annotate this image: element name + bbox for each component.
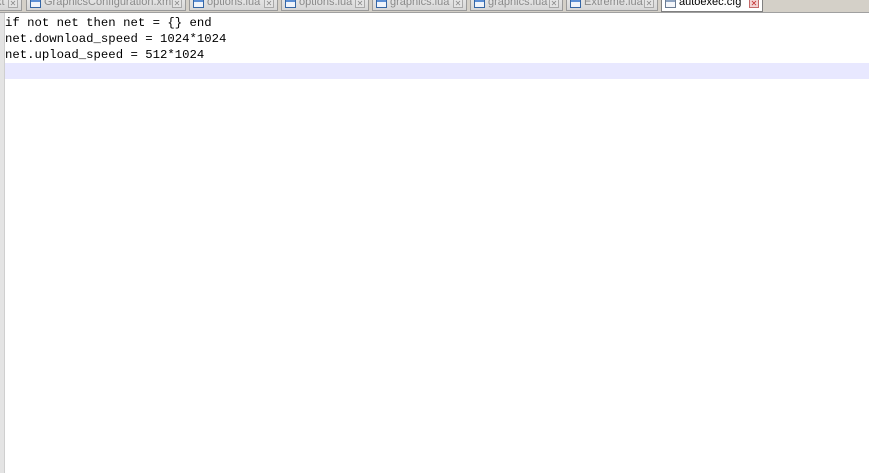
close-icon[interactable]: ✕ — [355, 0, 365, 8]
file-icon — [30, 0, 41, 8]
tab-options-lua-1[interactable]: options.lua ✕ — [189, 0, 278, 11]
tab-label: options.lua — [299, 0, 353, 8]
close-icon[interactable]: ✕ — [453, 0, 463, 8]
tab-label: autoexec.cfg — [679, 0, 742, 8]
tab-bar: xt ✕ GraphicsConfiguration.xml ✕ options… — [0, 0, 869, 13]
file-icon — [474, 0, 485, 8]
tab-options-lua-2[interactable]: options.lua ✕ — [281, 0, 369, 11]
close-icon[interactable]: ✕ — [172, 0, 182, 8]
close-icon[interactable]: ✕ — [549, 0, 559, 8]
close-icon[interactable]: ✕ — [749, 0, 759, 8]
file-icon — [665, 0, 676, 8]
file-icon — [570, 0, 581, 8]
tab-graphicsconfiguration-xml[interactable]: GraphicsConfiguration.xml ✕ — [26, 0, 186, 11]
tab-label: graphics.lua — [488, 0, 548, 8]
file-icon — [376, 0, 387, 8]
tab-label: xt — [0, 0, 5, 8]
code-line-1[interactable]: if not net then net = {} end — [5, 15, 869, 31]
code-editor[interactable]: if not net then net = {} end net.downloa… — [0, 13, 869, 473]
tab-extreme-lua[interactable]: Extreme.lua ✕ — [566, 0, 658, 11]
file-icon — [193, 0, 204, 8]
tab-partial-txt[interactable]: xt ✕ — [0, 0, 22, 11]
close-icon[interactable]: ✕ — [264, 0, 274, 8]
tab-graphics-lua-2[interactable]: graphics.lua ✕ — [470, 0, 563, 11]
tab-label: GraphicsConfiguration.xml — [44, 0, 174, 8]
tab-label: options.lua — [207, 0, 261, 8]
tab-label: Extreme.lua — [584, 0, 643, 8]
code-line-4-current[interactable] — [5, 63, 869, 79]
tab-label: graphics.lua — [390, 0, 450, 8]
editor-margin — [0, 13, 5, 473]
tab-graphics-lua-1[interactable]: graphics.lua ✕ — [372, 0, 467, 11]
code-line-3[interactable]: net.upload_speed = 512*1024 — [5, 47, 869, 63]
tab-autoexec-cfg[interactable]: autoexec.cfg ✕ — [661, 0, 763, 12]
close-icon[interactable]: ✕ — [8, 0, 18, 8]
code-line-2[interactable]: net.download_speed = 1024*1024 — [5, 31, 869, 47]
file-icon — [285, 0, 296, 8]
close-icon[interactable]: ✕ — [644, 0, 654, 8]
